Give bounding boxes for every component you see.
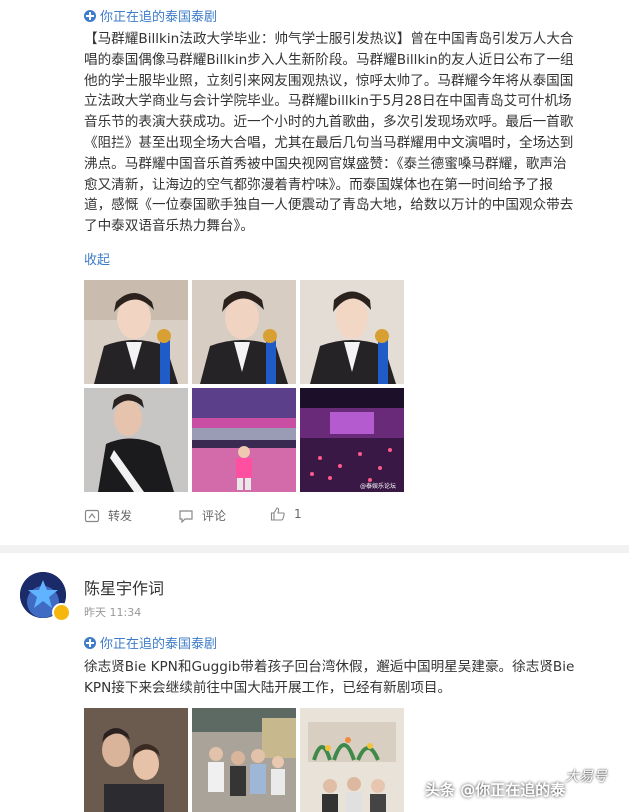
feed-divider (0, 545, 629, 553)
photo-graduation-3[interactable] (300, 280, 404, 384)
photo-family-selfie[interactable] (84, 708, 188, 812)
watermark-corner: 大易号 (565, 769, 607, 785)
post-text-line: 【马群耀Billkin法政大学毕业：帅气学士服引发热议】曾在中国青岛引发万人大合 (84, 31, 574, 47)
verified-badge-icon (52, 603, 71, 622)
repost-icon (84, 509, 100, 522)
repost-button[interactable]: 转发 (84, 507, 132, 524)
post-time: 昨天 11:34 (84, 606, 142, 619)
post-text-line: 了中泰双语音乐热力舞台》。 (84, 218, 254, 235)
post-text-line: 徐志贤Bie KPN和Guggib带着孩子回台湾休假，邂逅中国明星吴建豪。徐志贤… (84, 659, 575, 675)
photo-graduation-1[interactable] (84, 280, 188, 384)
topic-label: 你正在追的泰国泰剧 (100, 10, 218, 25)
post-text: 徐志贤Bie KPN和Guggib带着孩子回台湾休假，邂逅中国明星吴建豪。徐志贤… (84, 657, 614, 699)
photo-caption: @泰娱乐论坛 (360, 482, 396, 490)
topic-label: 你正在追的泰国泰剧 (100, 637, 218, 652)
post-text-line: KPN接下来会继续前往中国大陆开展工作，已经有新剧项目。 (84, 679, 452, 696)
post-text-line: 立法政大学商业与会计学院毕业。马群耀billkin于5月28日在中国青岛艾可什机… (84, 93, 572, 110)
post-text-line: 他的学士服毕业照，立刻引来网友围观热议，惊呼太帅了。马群耀今年将从泰国国 (84, 72, 574, 89)
photo-concert-stage[interactable] (192, 388, 296, 492)
photo-restaurant-group[interactable] (300, 708, 404, 812)
photo-street-group[interactable] (192, 708, 296, 812)
comment-label: 评论 (202, 509, 227, 523)
photo-concert-crowd[interactable]: @泰娱乐论坛 (300, 388, 404, 492)
topic-tag[interactable]: 你正在追的泰国泰剧 (84, 633, 217, 652)
comment-button[interactable]: 评论 (178, 507, 226, 524)
photo-grid: @泰娱乐论坛 (84, 280, 404, 492)
like-button[interactable]: 1 (270, 507, 302, 521)
topic-icon (84, 10, 96, 22)
post-actions: 转发 评论 1 (84, 507, 314, 527)
post-text-line: 沸点。马群耀中国音乐首秀被中国央视网官媒盛赞：《泰兰德蜜嗓马群耀，歌声治 (84, 155, 567, 172)
topic-tag[interactable]: 你正在追的泰国泰剧 (84, 6, 217, 25)
comment-icon (179, 509, 193, 523)
topic-icon (84, 637, 96, 649)
like-count: 1 (294, 507, 302, 521)
post-text-line: 道，感慨《一位泰国歌手独自一人便震动了青岛大地，给数以万计的中国观众带去 (84, 197, 574, 214)
photo-portrait[interactable] (84, 388, 188, 492)
collapse-link[interactable]: 收起 (84, 249, 110, 268)
username[interactable]: 陈星宇作词 (84, 575, 164, 599)
photo-graduation-2[interactable] (192, 280, 296, 384)
post-text-line: 愈又清新，让海边的空气都弥漫着青柠味》。而泰国媒体也在第一时间给予了报 (84, 176, 553, 193)
photo-grid (84, 708, 404, 812)
post-text: 【马群耀Billkin法政大学毕业：帅气学士服引发热议】曾在中国青岛引发万人大合… (84, 29, 614, 237)
watermark-text: 头条 @你正在追的泰 (425, 781, 566, 799)
post-text-line: 《阻拦》甚至出现全场大合唱，尤其在最后几句当马群耀用中文演唱时，全场达到 (84, 134, 574, 151)
post-text-line: 唱的泰国偶像马群耀Billkin步入人生新阶段。马群耀Billkin的友人近日公… (84, 51, 574, 68)
thumbs-up-icon (270, 507, 285, 521)
post-text-line: 音乐节的表演大获成功。近一个小时的九首歌曲，多次引发现场欢呼。最后一首歌 (84, 114, 574, 131)
repost-label: 转发 (108, 509, 133, 523)
